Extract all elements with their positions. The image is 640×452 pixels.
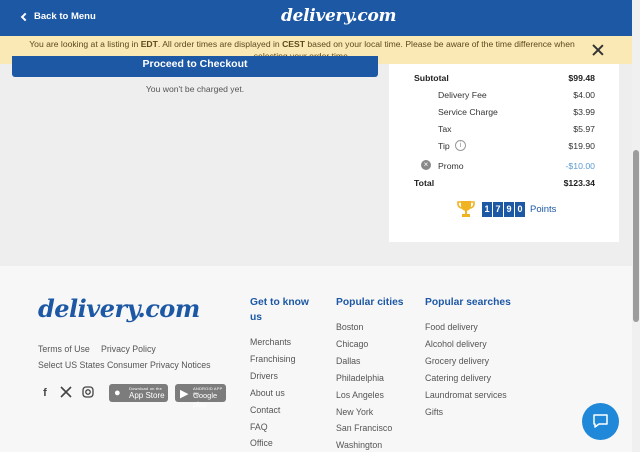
footer-link-grocery-delivery[interactable]: Grocery delivery: [425, 356, 489, 366]
footer-link-merchants[interactable]: Merchants: [250, 337, 291, 347]
footer-link-san-francisco[interactable]: San Francisco: [336, 423, 392, 433]
footer-link-franchising[interactable]: Franchising: [250, 354, 295, 364]
banner-text-2: . All order times are displayed in: [157, 39, 283, 49]
points-digit: 7: [493, 201, 503, 217]
total-value: $123.34: [563, 178, 595, 188]
get-to-know-us-heading: Get to know us: [250, 297, 309, 323]
footer-logo[interactable]: delivery.com: [38, 294, 200, 323]
x-twitter-icon[interactable]: [59, 386, 73, 400]
back-to-menu-label: Back to Menu: [34, 11, 96, 22]
footer-link-about-us[interactable]: About us: [250, 388, 285, 398]
app-store-badge[interactable]: ● Download on the App Store: [109, 384, 168, 402]
banner-text-1: You are looking at a listing in: [29, 39, 141, 49]
facebook-icon[interactable]: f: [38, 386, 52, 400]
proceed-to-checkout-button[interactable]: Proceed to Checkout: [12, 56, 378, 77]
delivery-fee-value: $4.00: [573, 90, 595, 100]
points-digit: 0: [515, 201, 525, 217]
service-charge-value: $3.99: [573, 107, 595, 117]
promo-value: -$10.00: [565, 161, 595, 171]
footer-link-gifts[interactable]: Gifts: [425, 407, 443, 417]
footer-link-drivers[interactable]: Drivers: [250, 371, 278, 381]
top-header: Back to Menu delivery.com: [0, 0, 632, 36]
points-display: 1 7 9 0 Points: [456, 199, 556, 219]
tip-value: $19.90: [568, 141, 595, 151]
footer-link-los-angeles[interactable]: Los Angeles: [336, 390, 384, 400]
footer-link-office[interactable]: Office: [250, 438, 273, 448]
chat-button[interactable]: [582, 403, 619, 440]
page-scrollbar[interactable]: [632, 0, 640, 452]
tip-label: Tip: [438, 141, 450, 151]
chat-bubble-icon: [593, 414, 608, 428]
tax-label: Tax: [438, 124, 452, 134]
footer-link-washington[interactable]: Washington: [336, 440, 382, 450]
info-icon[interactable]: i: [455, 140, 466, 151]
google-play-big-text: Google play: [193, 391, 218, 409]
privacy-policy-link[interactable]: Privacy Policy: [101, 344, 156, 354]
footer-link-food-delivery[interactable]: Food delivery: [425, 322, 478, 332]
delivery-fee-label: Delivery Fee: [438, 90, 487, 100]
terms-of-use-link[interactable]: Terms of Use: [38, 344, 90, 354]
points-label: Points: [530, 203, 557, 215]
scrollbar-thumb[interactable]: [633, 150, 639, 322]
banner-tz-local: CEST: [282, 39, 306, 49]
footer-link-philadelphia[interactable]: Philadelphia: [336, 373, 384, 383]
not-charged-note: You won't be charged yet.: [145, 84, 245, 94]
footer-link-faq[interactable]: FAQ: [250, 422, 268, 432]
banner-tz-listing: EDT: [140, 39, 158, 49]
footer-link-new-york[interactable]: New York: [336, 407, 373, 417]
app-store-big-text: App Store: [129, 391, 165, 400]
back-to-menu-button[interactable]: Back to Menu: [20, 11, 96, 22]
tax-value: $5.97: [573, 124, 595, 134]
instagram-icon[interactable]: [81, 386, 95, 400]
apple-icon: ●: [114, 387, 121, 399]
footer-link-dallas[interactable]: Dallas: [336, 356, 360, 366]
google-play-badge[interactable]: ▶ ANDROID APP ON Google play: [175, 384, 226, 409]
subtotal-value: $99.48: [568, 73, 595, 83]
close-icon[interactable]: [592, 44, 604, 56]
remove-promo-icon[interactable]: ×: [421, 160, 431, 170]
points-digit: 1: [482, 201, 492, 217]
subtotal-label: Subtotal: [414, 73, 449, 83]
trophy-icon: [457, 201, 475, 217]
footer-link-catering-delivery[interactable]: Catering delivery: [425, 373, 491, 383]
brand-logo[interactable]: delivery.com: [281, 6, 397, 26]
popular-searches-heading: Popular searches: [425, 297, 511, 308]
promo-label: Promo: [438, 161, 464, 171]
total-label: Total: [414, 178, 435, 188]
footer-link-alcohol-delivery[interactable]: Alcohol delivery: [425, 339, 487, 349]
footer-link-chicago[interactable]: Chicago: [336, 339, 368, 349]
footer-link-contact[interactable]: Contact: [250, 405, 280, 415]
points-digit: 9: [504, 201, 514, 217]
popular-cities-heading: Popular cities: [336, 297, 404, 308]
play-icon: ▶: [180, 388, 189, 400]
footer-link-boston[interactable]: Boston: [336, 322, 363, 332]
service-charge-label: Service Charge: [438, 107, 498, 117]
state-privacy-notices-link[interactable]: Select US States Consumer Privacy Notice…: [38, 360, 211, 370]
footer-link-laundromat-services[interactable]: Laundromat services: [425, 390, 507, 400]
chevron-left-icon: [20, 12, 30, 22]
